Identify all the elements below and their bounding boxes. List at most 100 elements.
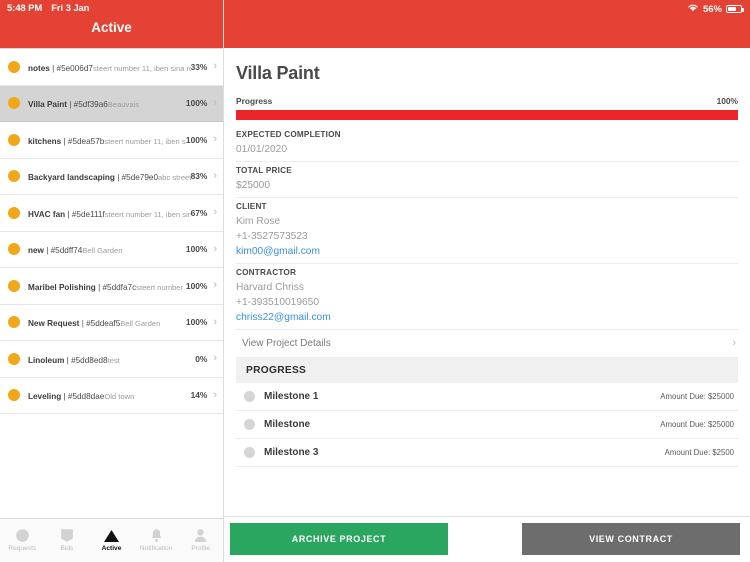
list-item-subtitle: abc street address [158,173,191,183]
sidebar-title: Active [91,20,132,35]
list-item-id: | #5ddff74 [43,246,83,256]
detail-header: 56% [224,0,750,48]
milestone-status-icon [244,447,255,458]
bottom-tab-bar: Requests Bids Active Notification Profile [0,518,223,562]
tab-profile[interactable]: Profile [178,528,223,553]
list-item[interactable]: HVAC fan | #5de111fsteert number 11, ibe… [0,195,223,232]
project-list[interactable]: notes | #5e006d7steert number 11, iben s… [0,48,223,518]
tab-active[interactable]: Active [89,528,134,553]
status-time: 5:48 PM [7,3,43,14]
list-item-title: notes | #5e006d7 [28,63,93,73]
list-item-subtitle: Bell Garden [82,246,123,256]
status-bar-left: 5:48 PM Fri 3 Jan [7,3,89,14]
list-item-percent: 100% [185,317,208,328]
progress-bar [236,110,738,120]
list-item-title: Villa Paint | #5df39a6 [28,100,108,110]
detail-body: Villa Paint Progress 100% EXPECTED COMPL… [224,48,750,516]
chevron-right-icon: › [213,169,217,182]
list-item[interactable]: kitchens | #5dea57bsteert number 11, ibe… [0,122,223,159]
list-item-title: Leveling | #5dd8dae [28,392,105,402]
progress-value: 100% [716,96,738,106]
list-item-text: Leveling | #5dd8daeOld town [28,386,191,404]
view-project-details-row[interactable]: View Project Details › [236,330,738,358]
tab-label: Notification [139,545,173,552]
list-item[interactable]: Villa Paint | #5df39a6Beauvais 100% › [0,85,223,122]
status-dot-icon [8,243,20,256]
field-label: CLIENT [236,202,267,211]
view-contract-button[interactable]: VIEW CONTRACT [522,522,740,555]
list-item-subtitle: steert number 11, iben sina road,islama.… [104,209,191,219]
list-item-id: | #5df39a6 [66,100,108,110]
list-item[interactable]: Leveling | #5dd8daeOld town 14% › [0,377,223,414]
page-title: Villa Paint [236,63,320,83]
field-value: Harvard Chriss [236,282,304,293]
list-item-id: | #5dd8ed8 [64,355,108,365]
list-item[interactable]: Maribel Polishing | #5ddfa7csteert numbe… [0,268,223,305]
tab-requests[interactable]: Requests [0,528,45,553]
field-label: TOTAL PRICE [236,166,292,175]
chevron-right-icon: › [213,133,217,146]
chevron-right-icon: › [213,242,217,255]
list-item-id: | #5de79e0 [114,173,159,183]
detail-field: EXPECTED COMPLETION 01/01/2020 [236,126,738,162]
milestone-row[interactable]: Milestone Amount Due: $25000 [236,411,738,439]
progress-label: Progress [236,96,273,106]
list-item-percent: 100% [185,134,208,145]
tab-label: Profile [191,545,211,552]
list-item[interactable]: notes | #5e006d7steert number 11, iben s… [0,49,223,86]
list-item[interactable]: New Request | #5ddeaf5Bell Garden 100% › [0,304,223,341]
milestone-row[interactable]: Milestone 3 Amount Due: $2500 [236,439,738,467]
list-item-percent: 83% [190,171,208,182]
list-item-subtitle: steert number 11, iben sina road,islam..… [104,136,186,146]
milestone-left: Milestone [244,419,310,430]
list-item-title: kitchens | #5dea57b [28,136,105,146]
list-item-text: New Request | #5ddeaf5Bell Garden [28,313,186,331]
status-bar-right: 56% [687,3,744,15]
list-item-percent: 100% [185,98,208,109]
milestone-amount: Amount Due: $25000 [660,392,734,401]
chevron-right-icon: › [213,279,217,292]
detail-field: CLIENT Kim Rose +1-3527573523 kim00@gmail.c… [236,198,738,264]
list-item-subtitle: Old town [104,392,135,402]
list-item[interactable]: new | #5ddff74Bell Garden 100% › [0,231,223,268]
list-item[interactable]: Backyard landscaping | #5de79e0abc stree… [0,158,223,195]
status-dot-icon [8,97,20,110]
tab-label: Active [101,545,122,552]
list-item-percent: 0% [195,353,208,364]
list-item[interactable]: Linoleum | #5dd8ed8test 0% › [0,341,223,378]
battery-percent: 56% [702,3,722,15]
battery-icon [726,5,744,13]
milestone-name: Milestone [264,419,311,430]
list-item-title: Backyard landscaping | #5de79e0 [28,173,159,183]
list-item-title: Linoleum | #5dd8ed8 [28,355,108,365]
app-root: 5:48 PM Fri 3 Jan Active notes | #5e006d… [0,0,750,562]
archive-project-button[interactable]: ARCHIVE PROJECT [230,522,448,555]
status-dot-icon [8,389,20,402]
list-item-text: Maribel Polishing | #5ddfa7csteert numbe… [28,277,186,295]
list-item-percent: 14% [190,390,208,401]
status-dot-icon [8,316,20,329]
field-value: 01/01/2020 [236,144,287,155]
field-value-link[interactable]: kim00@gmail.com [236,244,738,259]
chevron-right-icon: › [213,60,217,73]
list-item-text: Villa Paint | #5df39a6Beauvais [28,94,186,112]
field-value-link[interactable]: chriss22@gmail.com [236,310,738,325]
sidebar-panel: 5:48 PM Fri 3 Jan Active notes | #5e006d… [0,0,224,562]
milestone-left: Milestone 3 [244,447,318,458]
action-button-bar: ARCHIVE PROJECT VIEW CONTRACT [224,516,750,562]
progress-section-title: PROGRESS [236,358,738,383]
milestone-list: Milestone 1 Amount Due: $25000 Milestone Am… [236,383,738,467]
chevron-right-icon: › [213,206,217,219]
tab-notification[interactable]: Notification [134,528,179,553]
list-item-subtitle: steert number 11, iben sina road,islama.… [92,63,191,73]
list-item-text: Linoleum | #5dd8ed8test [28,350,195,368]
list-item-subtitle: test [107,355,120,365]
milestone-row[interactable]: Milestone 1 Amount Due: $25000 [236,383,738,411]
wifi-icon [687,3,699,15]
list-item-text: notes | #5e006d7steert number 11, iben s… [28,58,191,76]
list-item-subtitle: Beauvais [107,100,140,110]
milestone-amount: Amount Due: $2500 [664,448,734,457]
list-item-percent: 33% [190,61,208,72]
list-item-percent: 67% [190,207,208,218]
tab-bids[interactable]: Bids [45,528,90,553]
